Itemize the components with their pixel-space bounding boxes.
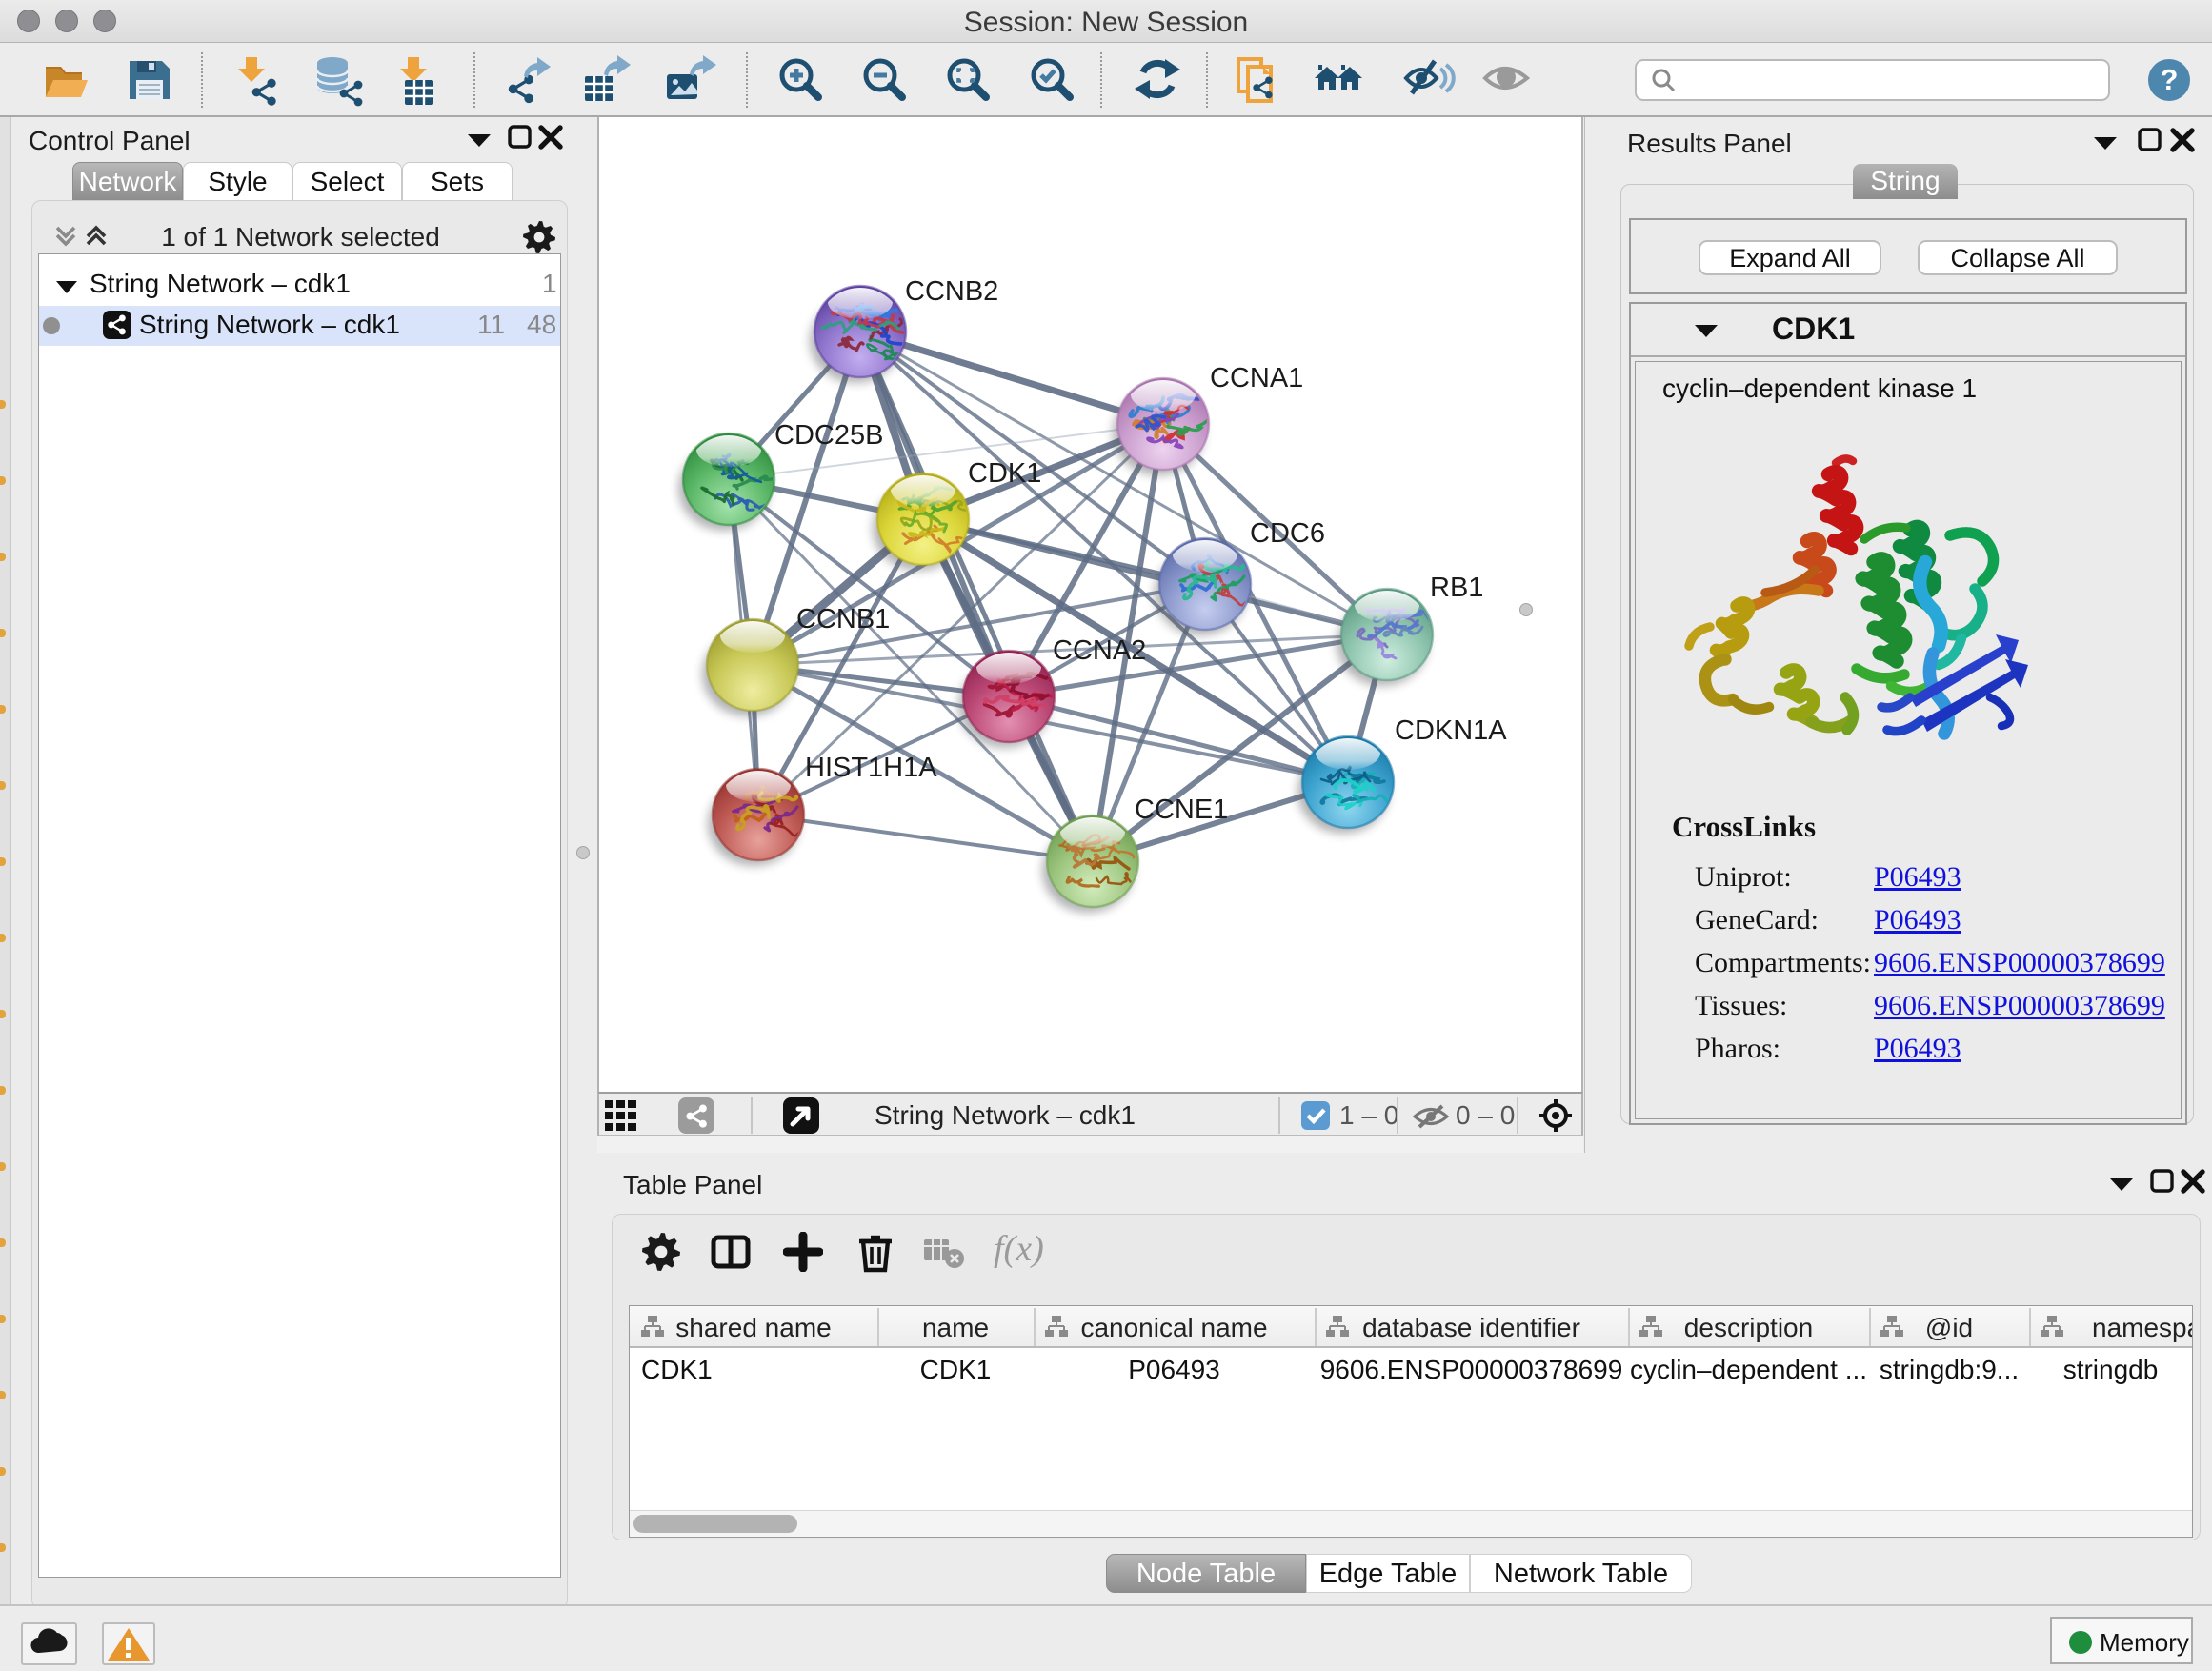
svg-text:CDC25B: CDC25B	[774, 420, 883, 451]
svg-text:RB1: RB1	[1430, 573, 1483, 603]
svg-text:CDK1: CDK1	[968, 458, 1041, 489]
svg-text:CCNA1: CCNA1	[1210, 363, 1303, 393]
svg-text:CCNA2: CCNA2	[1053, 635, 1146, 666]
svg-text:CCNB2: CCNB2	[905, 276, 998, 307]
svg-text:CCNE1: CCNE1	[1135, 795, 1228, 825]
svg-text:HIST1H1A: HIST1H1A	[805, 753, 937, 783]
svg-text:CDKN1A: CDKN1A	[1395, 715, 1507, 746]
svg-text:?: ?	[2161, 63, 2179, 96]
svg-text:CCNB1: CCNB1	[796, 604, 890, 634]
svg-text:CDC6: CDC6	[1250, 518, 1325, 549]
